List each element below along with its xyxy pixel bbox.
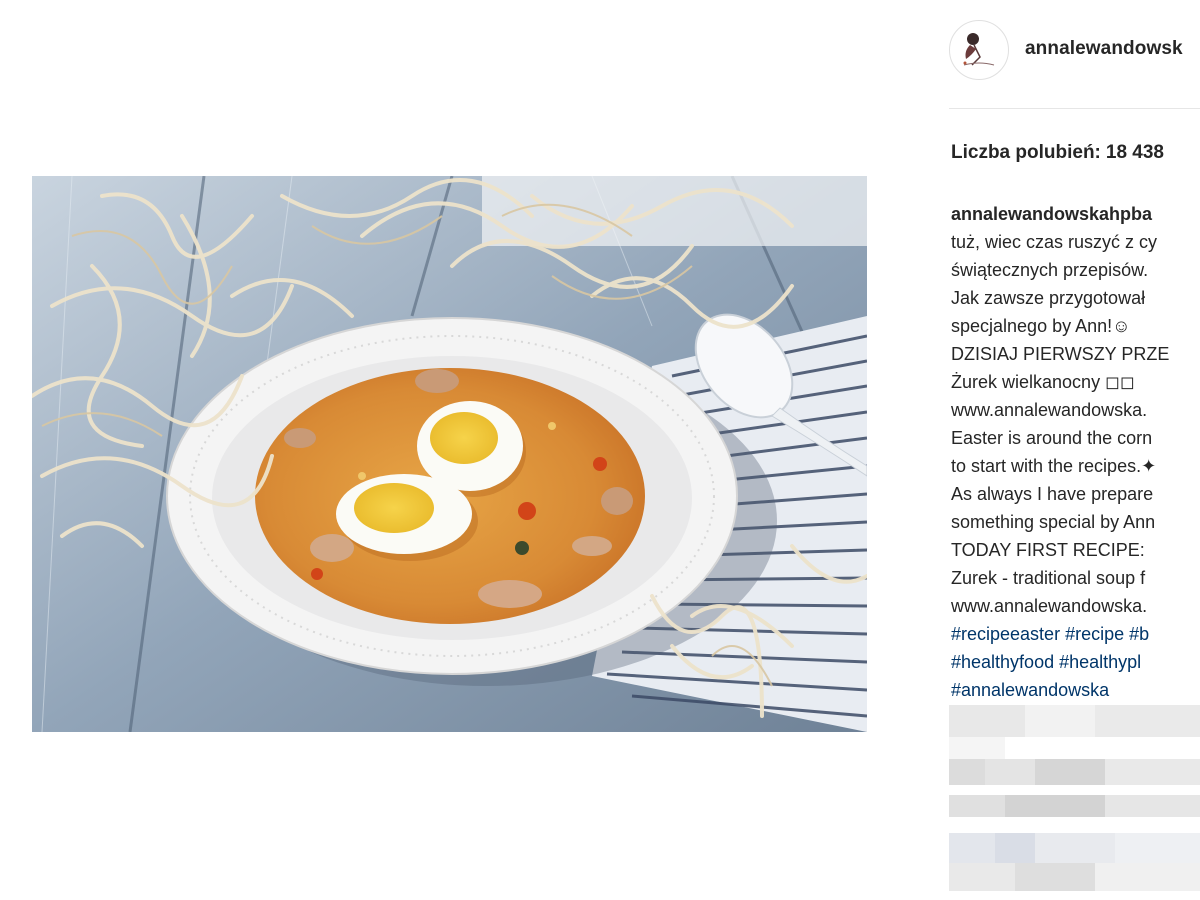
post-username[interactable]: annalewandowsk <box>1025 38 1183 60</box>
caption-line: Easter is around the corn <box>951 428 1153 448</box>
caption-line: TODAY FIRST RECIPE: <box>951 540 1145 560</box>
caption-author[interactable]: annalewandowskahpba <box>951 204 1152 224</box>
hashtag-link[interactable]: #b <box>1129 624 1149 644</box>
hashtag-link[interactable]: #healthypl <box>1059 652 1141 672</box>
post-header: annalewandowsk <box>949 18 1200 80</box>
post-caption: annalewandowskahpba tuż, wiec czas ruszy… <box>951 200 1200 704</box>
caption-line: Jak zawsze przygotował <box>951 288 1146 308</box>
likes-value: 18 438 <box>1105 142 1165 163</box>
caption-line: As always I have prepare <box>951 484 1154 504</box>
caption-link: www.annalewandowska. <box>951 596 1148 616</box>
hashtag-link[interactable]: #annalewandowska <box>951 680 1109 700</box>
caption-line: DZISIAJ PIERWSZY PRZE <box>951 344 1170 364</box>
caption-line: something special by Ann <box>951 512 1156 532</box>
soup-photo-image <box>32 176 867 732</box>
blurred-comments <box>949 705 1200 895</box>
likes-label: Liczba polubień: <box>951 142 1101 163</box>
caption-line: Żurek wielkanocny ◻◻ <box>951 372 1135 392</box>
post-photo[interactable] <box>32 176 867 732</box>
caption-line: to start with the recipes.✦ <box>951 456 1157 476</box>
caption-line: Zurek - traditional soup f <box>951 568 1146 588</box>
avatar-logo-icon[interactable] <box>949 20 1009 80</box>
likes-count[interactable]: Liczba polubień: 18 438 <box>951 142 1164 164</box>
hashtag-link[interactable]: #recipe <box>1065 624 1124 644</box>
caption-line: tuż, wiec czas ruszyć z cy <box>951 232 1158 252</box>
hashtag-link[interactable]: #healthyfood <box>951 652 1054 672</box>
caption-line: świątecznych przepisów. <box>951 260 1149 280</box>
post-sidebar: annalewandowsk Liczba polubień: 18 438 an… <box>949 0 1200 900</box>
hashtag-link[interactable]: #recipeeaster <box>951 624 1060 644</box>
caption-link: www.annalewandowska. <box>951 400 1148 420</box>
header-divider <box>949 108 1200 109</box>
caption-line: specjalnego by Ann!☺ <box>951 316 1131 336</box>
